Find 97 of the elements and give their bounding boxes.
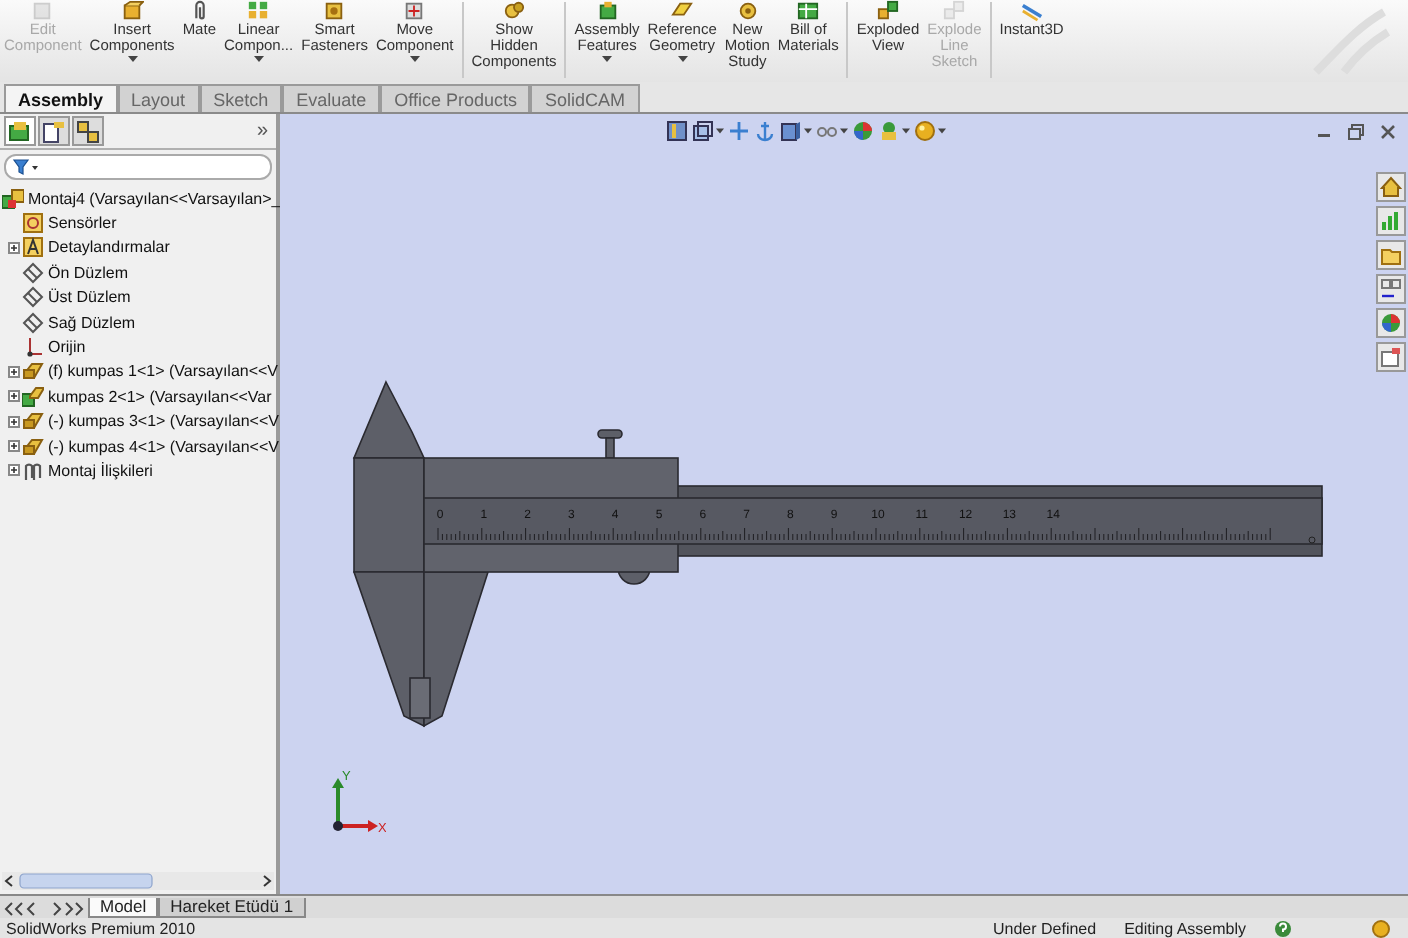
status-text: Editing Assembly [1124, 919, 1246, 937]
house-icon [1380, 176, 1402, 198]
plane-icon [22, 261, 44, 284]
task-pane-tab[interactable] [1376, 240, 1406, 270]
view-tool-button[interactable] [692, 120, 724, 142]
caret-icon [602, 56, 613, 62]
sphere-icon [852, 120, 874, 142]
caret-icon [127, 56, 138, 62]
tree-item[interactable]: (f) kumpas 1<1> (Varsayılan<<V [0, 359, 276, 385]
horizontal-scrollbar[interactable] [2, 872, 274, 890]
plane-icon [670, 0, 695, 22]
sphere-icon [1380, 312, 1402, 334]
part-icon [22, 435, 44, 458]
help-icon[interactable] [1274, 919, 1292, 937]
tree-item[interactable]: Ön Düzlem [0, 260, 276, 286]
caret-icon [902, 128, 910, 134]
tree-item[interactable]: Sensörler [0, 210, 276, 236]
cube-icon [780, 120, 802, 142]
tree-icon [8, 119, 32, 143]
panel-tab[interactable] [38, 116, 70, 146]
part-icon [22, 410, 44, 433]
task-pane-tab[interactable] [1376, 274, 1406, 304]
caret-icon [677, 56, 688, 62]
tab[interactable]: Hareket Etüdü 1 [158, 898, 306, 918]
tree-item[interactable]: Orijin [0, 334, 276, 360]
cube-icon [692, 120, 714, 142]
move-icon [728, 120, 750, 142]
caret-icon [938, 128, 946, 134]
book-icon [666, 120, 688, 142]
expand-icon[interactable] [8, 365, 20, 378]
sheet-icon [42, 119, 66, 143]
expand-icon[interactable] [8, 390, 20, 403]
tab[interactable]: Model [88, 898, 159, 918]
close-icon[interactable] [1380, 124, 1396, 140]
caret-icon [716, 128, 724, 134]
sheet-icon [1380, 346, 1402, 368]
tab[interactable]: SolidCAM [530, 84, 639, 112]
expand-icon[interactable] [8, 241, 20, 254]
tree-item[interactable]: Montaj İlişkileri [0, 458, 276, 484]
y-axis-arrow [332, 778, 344, 826]
task-pane-tab[interactable] [1376, 342, 1406, 372]
tree-item[interactable]: kumpas 2<1> (Varsayılan<<Var [0, 384, 276, 410]
assembly-icon [2, 187, 24, 210]
table-icon [796, 0, 821, 22]
tree-item[interactable]: Sağ Düzlem [0, 309, 276, 335]
tab[interactable]: Layout [117, 84, 200, 112]
tree-item[interactable]: (-) kumpas 4<1> (Varsayılan<<V [0, 433, 276, 459]
task-pane-tab[interactable] [1376, 172, 1406, 202]
view-tool-button[interactable] [852, 120, 874, 142]
caret-icon [804, 128, 812, 134]
tab-scroll-arrows-icon[interactable] [4, 900, 84, 918]
anchor-icon [754, 120, 776, 142]
origin-icon [22, 336, 44, 359]
cube-icon [942, 0, 967, 22]
caret-icon [253, 56, 264, 62]
cube-icon [402, 0, 427, 22]
task-pane-tab[interactable] [1376, 308, 1406, 338]
sensor-icon [22, 212, 44, 235]
assembly-icon [22, 385, 44, 408]
tree-item[interactable]: Montaj4 (Varsayılan<<Varsayılan>_ [0, 186, 276, 211]
expand-button[interactable]: » [256, 120, 268, 142]
chart-icon [1380, 210, 1402, 232]
cube-icon [595, 0, 620, 22]
folder-icon [1380, 244, 1402, 266]
tree-item[interactable]: (-) kumpas 3<1> (Varsayılan<<V [0, 409, 276, 434]
x-axis-arrow [338, 820, 378, 832]
caret-icon [840, 128, 848, 134]
view-tool-button[interactable] [780, 120, 812, 142]
panel-tab[interactable] [4, 116, 36, 146]
plane-icon [22, 286, 44, 309]
status-icon [1372, 919, 1390, 937]
cube-icon [30, 0, 55, 22]
restore-icon[interactable] [1348, 124, 1364, 140]
filter-icon[interactable] [12, 158, 40, 176]
annotation-icon [22, 236, 44, 259]
expand-icon[interactable] [8, 415, 20, 428]
cube-icon [876, 0, 900, 22]
view-tool-button[interactable] [914, 120, 946, 142]
tab[interactable]: Evaluate [282, 84, 381, 112]
tab[interactable]: Sketch [199, 84, 283, 112]
panel-tab[interactable] [72, 116, 104, 146]
cube-icon [120, 0, 145, 22]
expand-icon[interactable] [8, 464, 20, 477]
status-text: Under Defined [992, 919, 1097, 937]
tab[interactable]: Office Products [380, 84, 531, 112]
origin-dot [333, 821, 343, 831]
view-tool-button[interactable] [666, 120, 688, 142]
plane-icon [22, 311, 44, 334]
expand-icon[interactable] [8, 440, 20, 453]
sphere-icon [914, 120, 936, 142]
status-text: SolidWorks Premium 2010 [6, 919, 196, 937]
tab[interactable]: Assembly [4, 84, 118, 112]
caret-icon [409, 56, 420, 62]
config-icon [76, 119, 100, 143]
tree-item[interactable]: Detaylandırmalar [0, 235, 276, 261]
tree-item[interactable]: Üst Düzlem [0, 285, 276, 310]
filter-field[interactable] [4, 154, 272, 180]
